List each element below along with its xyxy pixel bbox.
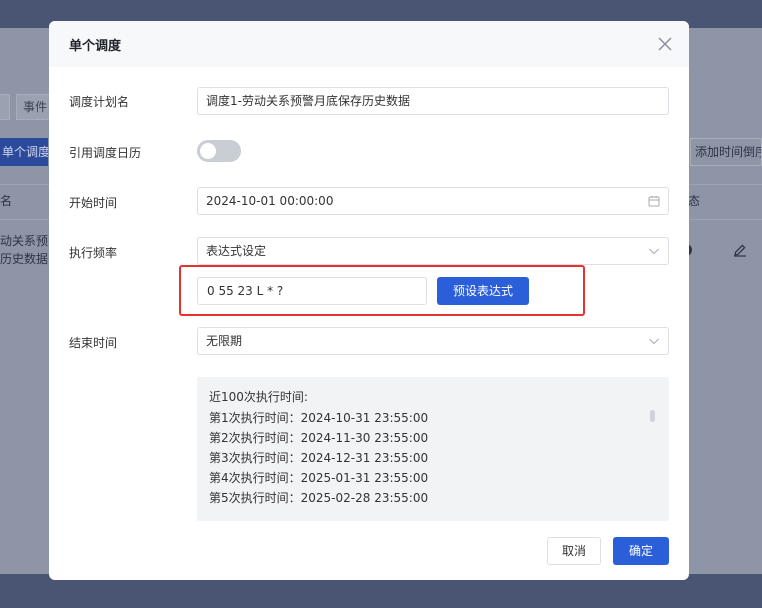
cron-expression-input[interactable]: 0 55 23 L * ? [197,277,427,305]
preview-title: 近100次执行时间: [209,390,308,404]
bg-column-name: 名 [0,194,13,208]
preview-list: 第1次执行时间：2024-10-31 23:55:00 第2次执行时间：2024… [209,408,428,508]
bg-tab-1 [0,94,10,120]
bg-column-state: 态 [688,194,701,208]
confirm-button[interactable]: 确定 [613,537,669,565]
plan-name-label: 调度计划名 [69,95,130,109]
list-item: 第1次执行时间：2024-10-31 23:55:00 [209,411,429,425]
close-icon[interactable] [655,34,675,54]
list-item: 第4次执行时间：2025-01-31 23:55:00 [209,471,429,485]
dialog-title: 单个调度 [69,39,122,54]
bg-single-schedule-button: 单个调度 [0,138,48,166]
use-calendar-label: 引用调度日历 [69,146,142,160]
frequency-label: 执行频率 [69,246,118,260]
toggle-knob [200,143,216,159]
end-time-select[interactable]: 无限期 [197,327,669,355]
plan-name-input[interactable]: 调度1-劳动关系预警月底保存历史数据 [197,87,669,115]
start-time-picker[interactable]: 2024-10-01 00:00:00 [197,187,669,215]
preset-expression-button[interactable]: 预设表达式 [437,277,529,305]
calendar-icon [648,196,660,207]
execution-preview-panel: 近100次执行时间: 第1次执行时间：2024-10-31 23:55:00 第… [197,377,669,521]
frequency-select[interactable]: 表达式设定 [197,237,669,265]
bg-edit-icon [734,244,746,257]
cancel-button[interactable]: 取消 [547,537,601,565]
dialog-header: 单个调度 [49,21,689,67]
list-item: 第5次执行时间：2025-02-28 23:55:00 [209,491,429,505]
single-schedule-dialog: 单个调度 调度计划名 调度1-劳动关系预警月底保存历史数据 引用调度日历 开始时… [49,21,689,580]
start-time-label: 开始时间 [69,196,118,210]
preview-scrollbar[interactable] [650,410,655,422]
chevron-down-icon [649,338,659,345]
use-calendar-toggle[interactable] [197,140,241,162]
chevron-down-icon [649,248,659,255]
bg-row-name: 动关系预 历史数据 [0,234,49,266]
list-item: 第2次执行时间：2024-11-30 23:55:00 [209,431,429,445]
end-time-label: 结束时间 [69,336,118,350]
bg-add-time-desc-button: 添加时间倒序 [690,138,762,166]
list-item: 第3次执行时间：2024-12-31 23:55:00 [209,451,429,465]
